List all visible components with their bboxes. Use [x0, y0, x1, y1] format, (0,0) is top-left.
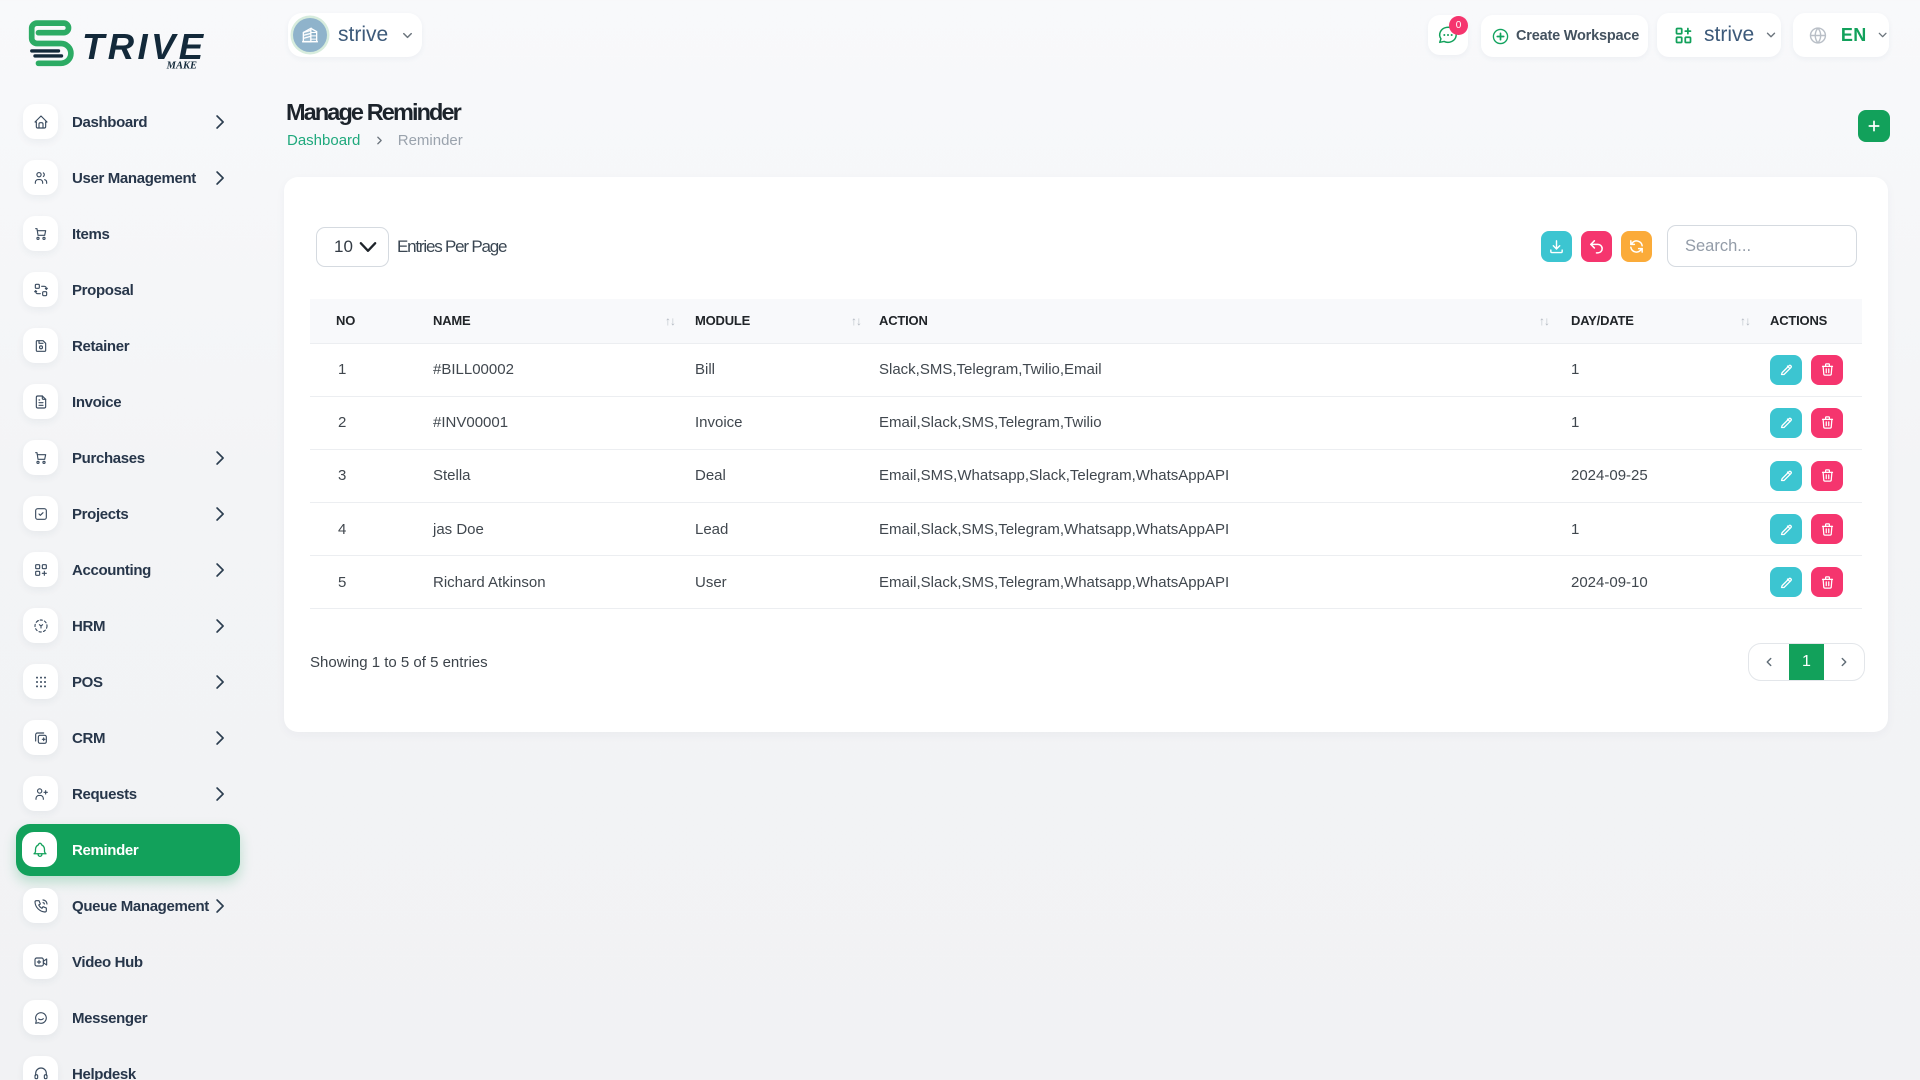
svg-text:MAKE: MAKE	[166, 61, 197, 72]
